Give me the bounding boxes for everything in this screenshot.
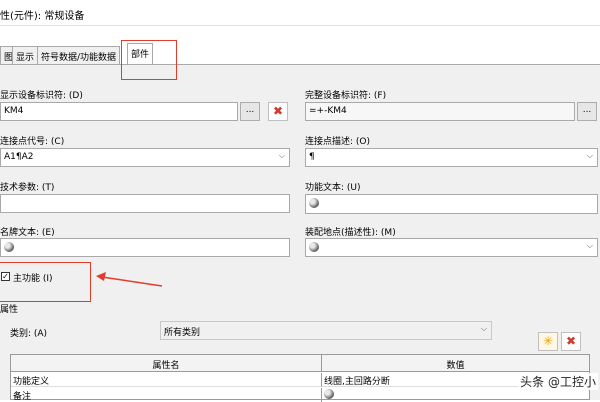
tech-param-label: 技术参数: (T) [0, 183, 55, 193]
highlight-main-function-box [0, 262, 91, 302]
annotation-arrow-icon [96, 272, 163, 287]
category-label: 类别: (A) [10, 329, 48, 339]
category-dropdown[interactable]: 所有类别 ⌵ [160, 321, 492, 340]
full-id-input[interactable]: =+-KM4 [305, 102, 575, 121]
tech-param-input[interactable] [0, 194, 290, 213]
device-id-input[interactable]: KM4 [0, 102, 238, 121]
device-id-label: 显示设备标识符: (D) [0, 91, 83, 101]
column-header-value[interactable]: 数值 [322, 355, 589, 372]
tab-symbol-function-data[interactable]: 符号数据/功能数据 [37, 46, 121, 64]
conn-desc-dropdown[interactable]: ¶ ⌵ [305, 148, 598, 167]
column-header-name[interactable]: 属性名 [11, 355, 322, 372]
chevron-down-icon: ⌵ [586, 151, 593, 160]
chevron-down-icon: ⌵ [278, 151, 285, 160]
category-value: 所有类别 [164, 328, 201, 338]
watermark-text: 头条 @工控小 [518, 373, 598, 390]
highlight-parts-tab-box [121, 40, 177, 80]
globe-icon [324, 389, 334, 399]
globe-icon [309, 198, 319, 208]
func-text-label: 功能文本: (U) [305, 183, 361, 193]
properties-section-label: 属性 [0, 305, 19, 315]
ellipsis-button[interactable]: ... [240, 102, 260, 121]
full-id-ellipsis-button[interactable]: ... [577, 102, 597, 121]
conn-desc-value: ¶ [309, 152, 315, 162]
mount-dropdown[interactable]: ⌵ [305, 238, 598, 257]
full-id-label: 完整设备标识符: (F) [305, 91, 387, 101]
tab-display[interactable]: 显示 [12, 46, 39, 64]
mount-label: 装配地点(描述性): (M) [305, 228, 396, 238]
conn-code-label: 连接点代号: (C) [0, 137, 65, 147]
window-titlebar: 性(元件): 常规设备 [0, 0, 600, 26]
table-row-name[interactable]: 功能定义 [11, 373, 322, 387]
delete-property-icon[interactable]: ✖ [561, 332, 581, 351]
func-text-input[interactable] [305, 194, 598, 214]
nameplate-label: 名牌文本: (E) [0, 228, 55, 238]
conn-code-value: A1¶A2 [4, 152, 34, 162]
conn-desc-label: 连接点描述: (O) [305, 137, 370, 147]
chevron-down-icon: ⌵ [480, 324, 487, 333]
conn-code-dropdown[interactable]: A1¶A2 ⌵ [0, 148, 290, 167]
globe-icon [309, 242, 319, 252]
properties-table: 属性名 数值 功能定义 线圈,主回路分断 备注 [10, 354, 590, 402]
chevron-down-icon: ⌵ [586, 241, 593, 250]
window-title: 性(元件): 常规设备 [0, 11, 85, 22]
delete-icon[interactable]: ✖ [268, 102, 288, 121]
nameplate-input[interactable] [0, 238, 290, 257]
globe-icon [4, 242, 14, 252]
new-property-icon[interactable]: ✳ [538, 332, 558, 351]
